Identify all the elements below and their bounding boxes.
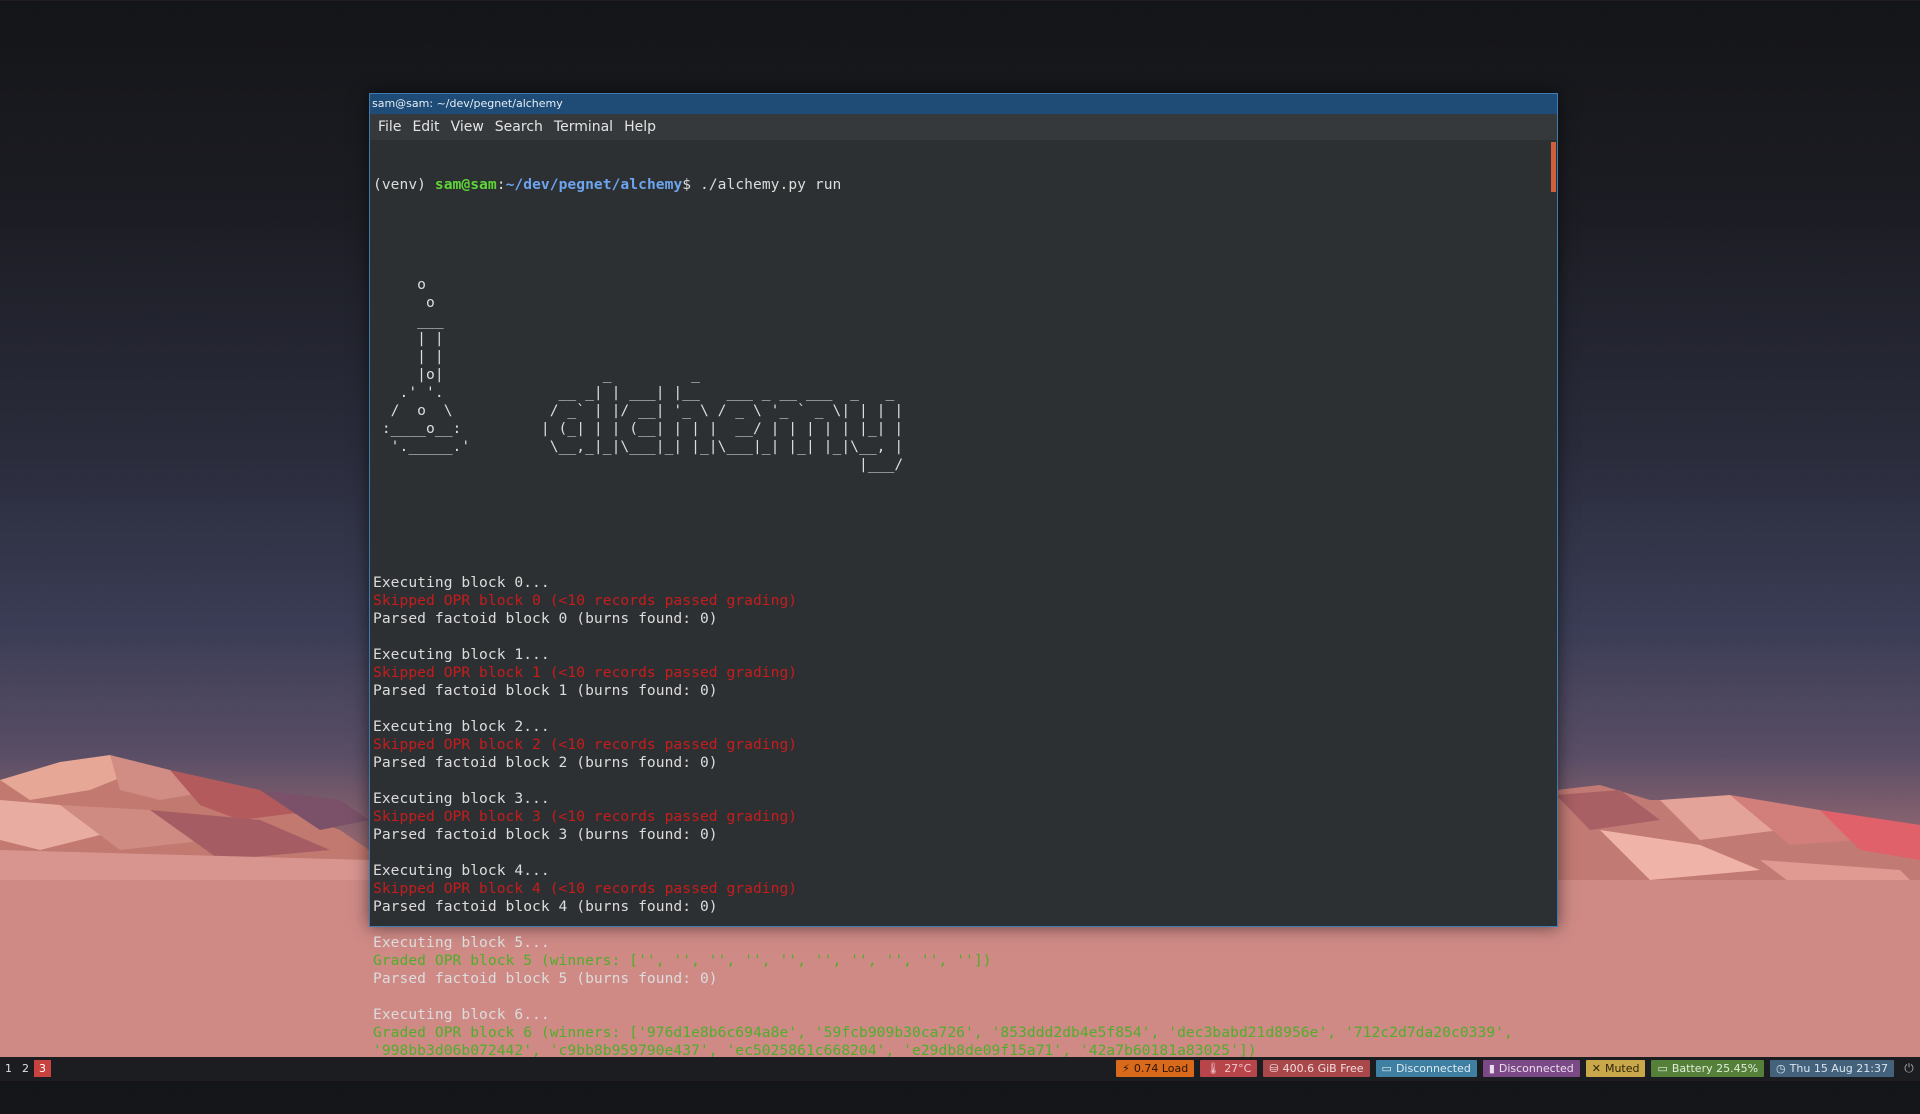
terminal-output: (venv) sam@sam:~/dev/pegnet/alchemy$ ./a…: [373, 140, 1545, 1114]
block-entry: Executing block 4... Skipped OPR block 4 …: [373, 862, 1545, 934]
block-entry: Executing block 0... Skipped OPR block 0 …: [373, 574, 1545, 646]
volume-value: Muted: [1604, 1062, 1640, 1075]
menu-terminal[interactable]: Terminal: [549, 117, 619, 137]
workspace-1[interactable]: 1: [0, 1060, 17, 1077]
prompt-colon: :: [496, 176, 506, 193]
opr-line: Graded OPR block 5 (winners: ['', '', ''…: [373, 952, 992, 969]
vpn-indicator[interactable]: ▮ Disconnected: [1482, 1060, 1580, 1077]
executing-line: Executing block 3...: [373, 790, 550, 807]
clock-indicator[interactable]: ◷ Thu 15 Aug 21:37: [1770, 1060, 1894, 1077]
prompt-user: sam@sam: [434, 176, 497, 193]
load-value: 0.74 Load: [1133, 1062, 1189, 1075]
temperature-indicator[interactable]: 🌡 27°C: [1200, 1060, 1258, 1077]
opr-line: Skipped OPR block 3 (<10 records passed …: [373, 808, 798, 825]
opr-line: Graded OPR block 6 (winners: ['976d1e8b6…: [373, 1024, 1513, 1059]
battery-value: Battery 25.45%: [1671, 1062, 1759, 1075]
scrollbar-thumb[interactable]: [1551, 142, 1556, 192]
block-entry: Executing block 2... Skipped OPR block 2 …: [373, 718, 1545, 790]
network-indicator[interactable]: ▭ Disconnected: [1375, 1060, 1477, 1077]
block-log: Executing block 0... Skipped OPR block 0 …: [373, 574, 1545, 1078]
vpn-value: Disconnected: [1498, 1062, 1574, 1075]
opr-line: Skipped OPR block 0 (<10 records passed …: [373, 592, 798, 609]
prompt-path: ~/dev/pegnet/alchemy: [505, 176, 683, 193]
executing-line: Executing block 1...: [373, 646, 550, 663]
monitor-icon: ▭: [1381, 1062, 1392, 1075]
workspace-3[interactable]: 3: [34, 1060, 51, 1077]
volume-indicator[interactable]: ✕ Muted: [1585, 1060, 1646, 1077]
opr-line: Skipped OPR block 4 (<10 records passed …: [373, 880, 798, 897]
prompt-venv: (venv): [373, 176, 435, 193]
menu-help[interactable]: Help: [619, 117, 662, 137]
menu-bar: File Edit View Search Terminal Help: [370, 114, 1557, 140]
signal-bars-icon: ▮: [1488, 1062, 1495, 1075]
disk-icon: ⛁: [1269, 1062, 1279, 1075]
block-entry: Executing block 3... Skipped OPR block 3 …: [373, 790, 1545, 862]
executing-line: Executing block 5...: [373, 934, 550, 951]
factoid-line: Parsed factoid block 4 (burns found: 0): [373, 898, 718, 915]
command-text: ./alchemy.py run: [699, 176, 842, 193]
disk-indicator[interactable]: ⛁ 400.6 GiB Free: [1263, 1060, 1370, 1077]
terminal-area[interactable]: (venv) sam@sam:~/dev/pegnet/alchemy$ ./a…: [370, 140, 1557, 1077]
muted-icon: ✕: [1591, 1062, 1601, 1075]
menu-view[interactable]: View: [446, 117, 490, 137]
factoid-line: Parsed factoid block 3 (burns found: 0): [373, 826, 718, 843]
executing-line: Executing block 4...: [373, 862, 550, 879]
status-bar: ⚡ 0.74 Load 🌡 27°C ⛁ 400.6 GiB Free ▭ Discon…: [1116, 1060, 1920, 1077]
menu-edit[interactable]: Edit: [407, 117, 445, 137]
workspace-2[interactable]: 2: [17, 1060, 34, 1077]
taskbar: 123 ⚡ 0.74 Load 🌡 27°C ⛁ 400.6 GiB Free ▭ Di…: [0, 1057, 1920, 1080]
prompt-symbol: $: [682, 176, 700, 193]
executing-line: Executing block 6...: [373, 1006, 550, 1023]
menu-search[interactable]: Search: [490, 117, 549, 137]
factoid-line: Parsed factoid block 1 (burns found: 0): [373, 682, 718, 699]
network-value: Disconnected: [1395, 1062, 1471, 1075]
prompt-line: (venv) sam@sam:~/dev/pegnet/alchemy$ ./a…: [373, 176, 1545, 194]
factoid-line: Parsed factoid block 0 (burns found: 0): [373, 610, 718, 627]
activity-icon: ⚡: [1122, 1062, 1130, 1075]
executing-line: Executing block 0...: [373, 574, 550, 591]
menu-file[interactable]: File: [373, 117, 407, 137]
window-title[interactable]: sam@sam: ~/dev/pegnet/alchemy: [370, 94, 1557, 114]
clock-icon: ◷: [1776, 1062, 1786, 1075]
executing-line: Executing block 2...: [373, 718, 550, 735]
battery-indicator[interactable]: ▭ Battery 25.45%: [1651, 1060, 1765, 1077]
opr-line: Skipped OPR block 1 (<10 records passed …: [373, 664, 798, 681]
clock-value: Thu 15 Aug 21:37: [1789, 1062, 1888, 1075]
power-icon[interactable]: ⏻: [1900, 1060, 1918, 1077]
terminal-window[interactable]: sam@sam: ~/dev/pegnet/alchemy File Edit …: [369, 93, 1558, 1077]
factoid-line: Parsed factoid block 5 (burns found: 0): [373, 970, 718, 987]
load-indicator[interactable]: ⚡ 0.74 Load: [1116, 1060, 1195, 1077]
block-entry: Executing block 5... Graded OPR block 5 (…: [373, 934, 1545, 1006]
scrollbar[interactable]: [1550, 140, 1556, 926]
factoid-line: Parsed factoid block 2 (burns found: 0): [373, 754, 718, 771]
alchemy-ascii-logo: o o ___ | | | | |o| _ _ .' '. __ _| | __…: [381, 276, 904, 473]
battery-icon: ▭: [1657, 1062, 1668, 1075]
workspace-switcher: 123: [0, 1060, 51, 1077]
thermometer-icon: 🌡: [1206, 1062, 1221, 1075]
temperature-value: 27°C: [1224, 1062, 1252, 1075]
disk-value: 400.6 GiB Free: [1282, 1062, 1364, 1075]
opr-line: Skipped OPR block 2 (<10 records passed …: [373, 736, 798, 753]
block-entry: Executing block 1... Skipped OPR block 1 …: [373, 646, 1545, 718]
